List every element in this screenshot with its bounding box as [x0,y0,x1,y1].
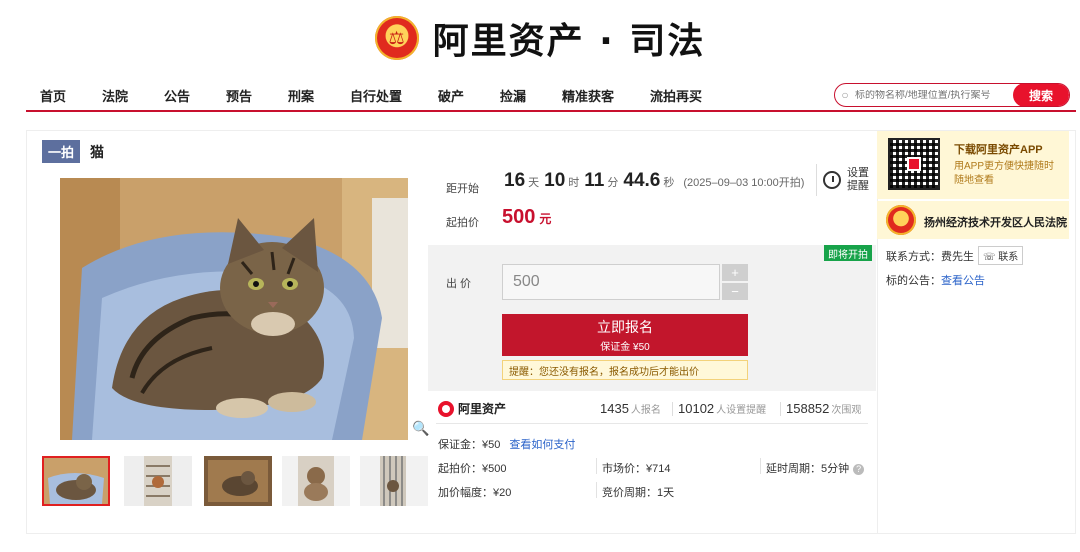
start-price-value: 500 [502,206,536,228]
nav-item-preview[interactable]: 预告 [226,86,252,105]
alarm-clock-icon [823,171,841,189]
detail-divider [596,458,597,474]
detail-market-price: 市场价：¥714 [602,463,671,475]
detail-divider [596,482,597,498]
detail-divider [760,458,761,474]
nav-item-bankruptcy[interactable]: 破产 [438,86,464,105]
reminder-count-unit: 人设置提醒 [716,405,767,416]
nav-item-bargain[interactable]: 捡漏 [500,86,526,105]
stats-bar: 阿里资产 1435 人报名 10102 人设置提醒 158852 次围观 [436,398,868,424]
help-icon[interactable]: ? [853,464,865,475]
nav-divider [26,110,1076,112]
increase-bid-button[interactable]: + [722,264,748,281]
reminder-count-value: 10102 [678,401,715,416]
auction-start-time: (2025–09–03 10:00开拍) [683,177,805,189]
nav-item-precise-leads[interactable]: 精准获客 [562,86,614,105]
thumbnail-3[interactable] [204,456,272,506]
nav-item-announcement[interactable]: 公告 [164,86,190,105]
qr-logo-icon [907,157,921,171]
view-count-unit: 次围观 [831,405,862,416]
app-download-subtitle: 用APP更方便快捷随时随地查看 [954,161,1055,186]
search-icon: ○ [841,88,849,102]
countdown-minutes-unit: 分 [607,177,619,189]
delay-period-text: 延时周期：5分钟 [766,463,850,475]
reminder-line2: 提醒 [847,180,869,192]
view-count-value: 158852 [786,401,830,416]
countdown-hours-unit: 时 [568,177,580,189]
site-logo-text[interactable]: 阿里资产 · 司法 [433,12,706,64]
item-title-row: 一拍 猫 [42,140,104,163]
countdown-days: 16 [504,170,526,191]
zoom-icon[interactable]: 🔍 [412,420,429,437]
signup-count: 1435 人报名 [600,400,661,418]
bid-amount-input[interactable]: 500 [502,264,720,300]
thumbnail-1[interactable] [42,456,110,506]
item-title: 猫 [90,143,105,160]
view-count: 158852 次围观 [786,400,861,418]
ali-logo-icon [438,400,454,417]
thumbnail-5[interactable] [360,456,428,506]
start-price-label: 起拍价 [446,217,479,229]
nav-item-self-disposal[interactable]: 自行处置 [350,86,402,105]
main-item-image[interactable] [42,178,430,440]
nav-item-court[interactable]: 法院 [102,86,128,105]
search-input[interactable] [855,89,1013,101]
start-price-unit: 元 [539,212,552,226]
detail-increment: 加价幅度：¥20 [438,487,512,499]
set-reminder-button[interactable]: 设置 提醒 [816,164,872,196]
thumbnail-4[interactable] [282,456,350,506]
ali-asset-logo: 阿里资产 [438,400,506,417]
signup-count-unit: 人报名 [630,405,661,416]
countdown-days-unit: 天 [528,177,540,189]
registration-tip: 提醒：您还没有报名，报名成功后才能出价 [502,360,748,380]
contact-button-label: 联系 [998,252,1019,263]
notice-row: 标的公告：查看公告 [886,272,985,288]
detail-delay-period: 延时周期：5分钟? [766,460,865,476]
contact-label: 联系方式：费先生 [886,250,974,263]
register-button[interactable]: 立即报名 保证金 ¥50 [502,314,748,356]
ali-brand-text: 阿里资产 [458,402,507,416]
countdown-minutes: 11 [584,170,605,191]
page: ⚖ 阿里资产 · 司法 首页 法院 公告 预告 刑案 自行处置 破产 捡漏 精准… [0,0,1080,552]
countdown-label: 距开始 [446,183,479,195]
thumbnail-2[interactable] [124,456,192,506]
bid-label: 出 价 [446,278,472,290]
search-bar: ○ 搜索 [834,83,1070,107]
court-emblem-icon: ⚖ [374,16,419,60]
detail-bid-period: 竞价周期：1天 [602,487,675,499]
deposit-text: 保证金：¥50 [438,439,501,451]
reminder-count: 10102 人设置提醒 [678,400,766,418]
view-notice-link[interactable]: 查看公告 [941,275,985,287]
notice-label: 标的公告： [886,275,941,287]
nav-item-criminal[interactable]: 刑案 [288,86,314,105]
detail-start-price: 起拍价：¥500 [438,463,507,475]
nav-item-home[interactable]: 首页 [40,86,66,105]
deposit-info: 保证金：¥50 查看如何支付 [438,436,575,452]
start-price: 500 元 [502,206,551,229]
contact-row: 联系方式：费先生 ☏ 联系 [886,246,1024,265]
stat-divider [780,402,781,416]
court-emblem-icon [886,205,916,235]
how-to-pay-link[interactable]: 查看如何支付 [509,439,575,451]
contact-button[interactable]: ☏ 联系 [978,246,1024,265]
countdown-seconds-unit: 秒 [663,177,675,189]
register-button-label: 立即报名 [597,319,653,335]
signup-count-value: 1435 [600,401,629,416]
countdown-timer: 16 天 10 时 11 分 44.6 秒 (2025–09–03 10:00开… [504,170,804,192]
search-button[interactable]: 搜索 [1013,84,1069,106]
status-badge: 即将开拍 [824,245,872,261]
stat-divider [672,402,673,416]
court-name[interactable]: 扬州经济技术开发区人民法院 [924,214,1067,230]
site-header: ⚖ 阿里资产 · 司法 [0,0,1080,76]
register-deposit-label: 保证金 ¥50 [600,342,650,353]
decrease-bid-button[interactable]: − [722,283,748,300]
countdown-hours: 10 [544,170,566,191]
app-download-title[interactable]: 下载阿里资产APP [954,141,1043,157]
countdown-seconds: 44.6 [623,170,661,191]
thumbnail-strip [42,456,432,506]
reminder-line1: 设置 [847,167,869,179]
auction-round-tag: 一拍 [42,140,81,163]
nav-item-relist[interactable]: 流拍再买 [650,86,702,105]
